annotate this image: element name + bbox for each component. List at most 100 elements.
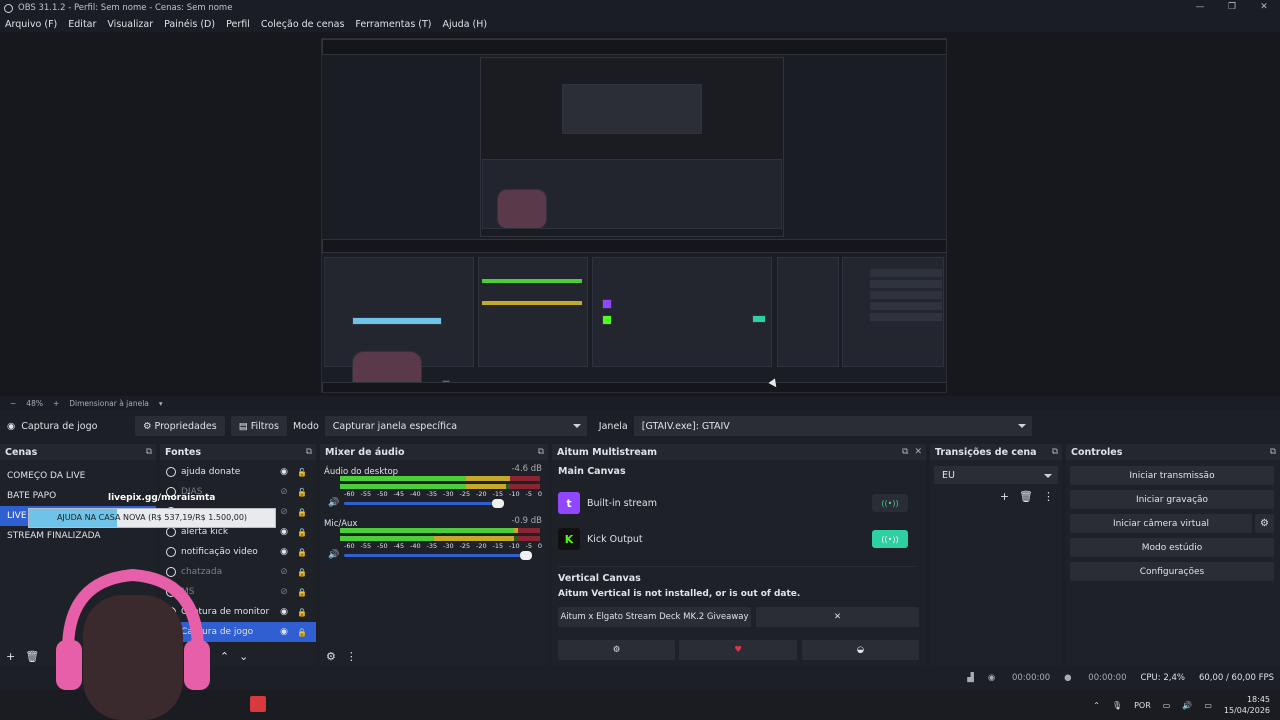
lock-icon[interactable]: 🔒 <box>296 628 308 637</box>
arrow-up-icon[interactable]: ⌃ <box>220 650 229 663</box>
chevron-down-icon <box>1044 474 1052 478</box>
undock-icon[interactable]: ⧉ <box>1270 447 1276 457</box>
more-options-icon[interactable]: ⋮ <box>346 650 357 663</box>
speaker-icon[interactable]: 🔊 <box>328 498 339 508</box>
giveaway-button[interactable]: Aitum x Elgato Stream Deck MK.2 Giveaway <box>558 607 751 627</box>
eye-icon[interactable]: ◉ <box>278 627 290 637</box>
mode-select[interactable]: Capturar janela específica <box>324 416 587 436</box>
lock-icon[interactable]: 🔒 <box>296 588 308 597</box>
donate-button[interactable]: ♥ <box>679 640 797 660</box>
giveaway-label: Aitum x Elgato Stream Deck MK.2 Giveaway <box>560 612 749 622</box>
menu-ajuda[interactable]: Ajuda (H) <box>443 19 488 30</box>
lock-icon[interactable]: 🔒 <box>296 608 308 617</box>
volume-icon[interactable]: 🔊 <box>1182 701 1192 710</box>
eye-icon[interactable]: ◉ <box>278 607 290 617</box>
language-indicator[interactable]: POR <box>1134 701 1151 710</box>
settings-button[interactable]: ⚙ <box>558 640 675 660</box>
undock-icon[interactable]: ⧉ <box>1052 447 1058 457</box>
menu-editar[interactable]: Editar <box>68 19 96 30</box>
discord-icon: ◒ <box>856 645 865 655</box>
eye-off-icon[interactable]: ⊘ <box>278 587 290 597</box>
dismiss-button[interactable]: ✕ <box>756 607 919 627</box>
app-taskbar-icon[interactable] <box>250 696 266 712</box>
lock-icon[interactable]: 🔒 <box>296 548 308 557</box>
battery-icon[interactable]: ▭ <box>1204 701 1212 710</box>
display-icon[interactable]: ▭ <box>1163 701 1171 710</box>
window-value: [GTAIV.exe]: GTAIV <box>641 420 730 432</box>
chevron-down-icon[interactable]: ▾ <box>159 399 163 408</box>
mixer-settings-icon[interactable]: ⚙ <box>326 650 336 663</box>
eye-off-icon[interactable]: ⊘ <box>278 507 290 517</box>
filters-button[interactable]: ▤ Filtros <box>230 416 287 436</box>
mixer-body: Áudio do desktop -4.6 dB -60 -55 -50 -45 -40… <box>320 460 548 666</box>
close-icon[interactable]: ✕ <box>914 447 922 457</box>
volume-knob[interactable] <box>520 551 532 560</box>
undock-icon[interactable]: ⧉ <box>538 447 544 457</box>
more-options-icon[interactable]: ⋮ <box>1043 490 1054 503</box>
source-item[interactable]: notificação video ◉ 🔒 <box>160 542 316 562</box>
window-select[interactable]: [GTAIV.exe]: GTAIV <box>633 416 1032 436</box>
nested-donate-bar <box>352 317 442 325</box>
nested-srcbar <box>322 239 946 253</box>
add-icon[interactable]: + <box>6 650 15 663</box>
maximize-icon[interactable]: ❐ <box>1216 0 1248 16</box>
arrow-down-icon[interactable]: ⌄ <box>239 650 248 663</box>
undock-icon[interactable]: ⧉ <box>306 447 312 457</box>
eye-off-icon[interactable]: ⊘ <box>278 487 290 497</box>
zoom-in-icon[interactable]: + <box>53 399 59 408</box>
volume-knob[interactable] <box>492 499 504 508</box>
trash-icon[interactable]: 🗑 <box>25 650 39 663</box>
controls-body: Iniciar transmissão Iniciar gravação Ini… <box>1066 460 1280 666</box>
start-stream-button[interactable]: Iniciar transmissão <box>1070 466 1274 485</box>
current-source-label: Captura de jogo <box>21 420 98 432</box>
eye-off-icon[interactable]: ⊘ <box>278 567 290 577</box>
scene-item[interactable]: COMEÇO DA LIVE <box>0 466 156 486</box>
mode-value: Capturar janela específica <box>332 420 458 432</box>
menu-visualizar[interactable]: Visualizar <box>107 19 153 30</box>
minimize-icon[interactable]: — <box>1184 0 1216 16</box>
source-item[interactable]: ajuda donate ◉ 🔓 <box>160 462 316 482</box>
window-label: Janela <box>598 420 628 432</box>
resize-mode[interactable]: Dimensionar à janela <box>69 399 149 408</box>
lock-icon[interactable]: 🔒 <box>296 568 308 577</box>
stream-toggle-button[interactable]: ((•)) <box>872 494 908 512</box>
eye-icon[interactable]: ◉ <box>278 547 290 557</box>
speaker-icon[interactable]: 🔊 <box>328 550 339 560</box>
controls-header: Controles ⧉ <box>1066 444 1280 460</box>
menu-colecao-cenas[interactable]: Coleção de cenas <box>261 19 345 30</box>
menu-paineis[interactable]: Painéis (D) <box>164 19 215 30</box>
start-virtual-camera-button[interactable]: Iniciar câmera virtual <box>1070 514 1252 533</box>
unlock-icon[interactable]: 🔓 <box>296 468 308 477</box>
undock-icon[interactable]: ⧉ <box>902 447 908 457</box>
microphone-icon[interactable]: 🎙 <box>1112 701 1122 710</box>
menu-bar: Arquivo (F) Editar Visualizar Painéis (D… <box>0 16 1280 32</box>
start-recording-button[interactable]: Iniciar gravação <box>1070 490 1274 509</box>
unlock-icon[interactable]: 🔓 <box>296 488 308 497</box>
preview-area[interactable] <box>0 32 1280 396</box>
menu-perfil[interactable]: Perfil <box>226 19 250 30</box>
eye-icon[interactable]: ◉ <box>278 527 290 537</box>
stream-toggle-button-active[interactable]: ((•)) <box>872 530 908 548</box>
volume-slider[interactable] <box>344 551 532 560</box>
settings-button[interactable]: Configurações <box>1070 562 1274 581</box>
gear-icon[interactable]: ⚙ <box>1255 514 1274 533</box>
add-icon[interactable]: + <box>1000 490 1009 503</box>
eye-icon[interactable]: ◉ <box>278 467 290 477</box>
lock-icon[interactable]: 🔒 <box>296 528 308 537</box>
trash-icon[interactable]: 🗑 <box>1019 490 1033 503</box>
properties-button[interactable]: ⚙ Propriedades <box>135 416 225 436</box>
transition-select[interactable]: EU <box>934 466 1058 484</box>
clock[interactable]: 18:45 15/04/2026 <box>1224 694 1270 716</box>
output-name: Kick Output <box>587 533 643 545</box>
undock-icon[interactable]: ⧉ <box>146 447 152 457</box>
volume-slider[interactable] <box>344 499 504 508</box>
menu-arquivo[interactable]: Arquivo (F) <box>5 19 57 30</box>
zoom-out-icon[interactable]: − <box>10 399 16 408</box>
studio-mode-button[interactable]: Modo estúdio <box>1070 538 1274 557</box>
chevron-up-icon[interactable]: ⌃ <box>1093 701 1100 710</box>
discord-button[interactable]: ◒ <box>802 640 919 660</box>
lock-icon[interactable]: 🔒 <box>296 508 308 517</box>
close-icon[interactable]: ✕ <box>1248 0 1280 16</box>
menu-ferramentas[interactable]: Ferramentas (T) <box>355 19 431 30</box>
scene-item[interactable]: STREAM FINALIZADA <box>0 526 156 546</box>
